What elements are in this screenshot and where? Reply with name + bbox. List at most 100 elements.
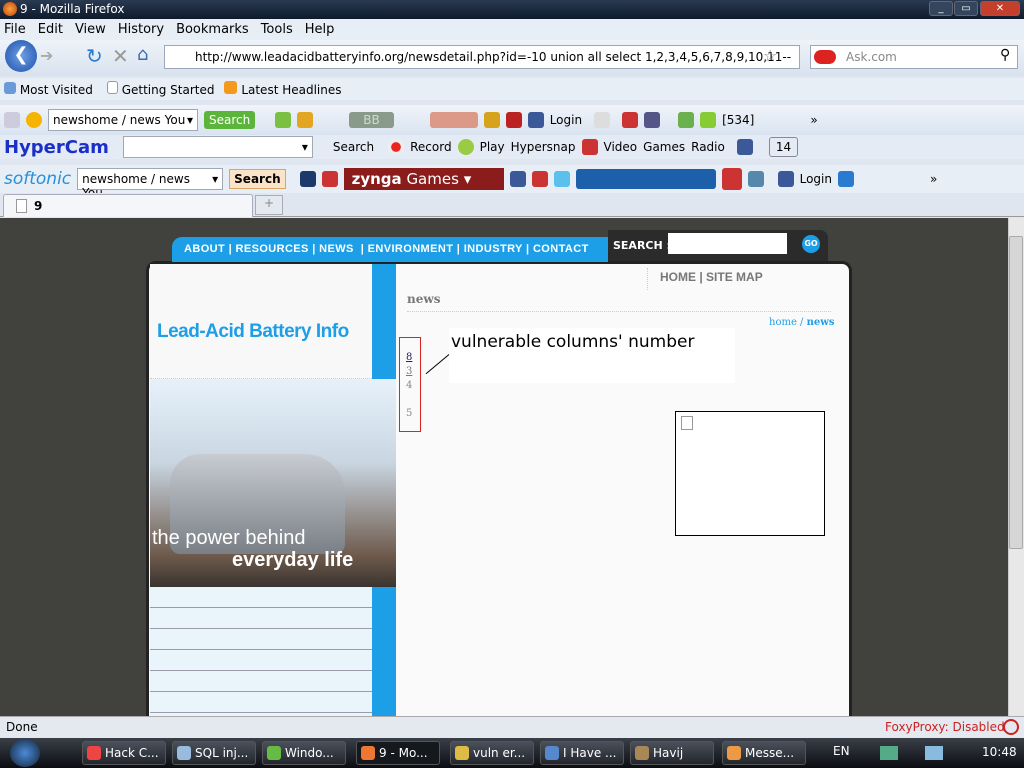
menu-tools[interactable]: Tools xyxy=(261,22,293,40)
hypercam-combo[interactable]: ▾ xyxy=(122,136,313,158)
popcorn-icon[interactable] xyxy=(837,171,854,187)
player-display[interactable]: BB xyxy=(349,112,394,128)
youtube-icon[interactable] xyxy=(721,168,742,190)
softonic-combo[interactable]: newshome / news You ▾ xyxy=(77,168,224,200)
system-tray-icons[interactable] xyxy=(880,746,970,760)
taskbar-item[interactable]: SQL inj... xyxy=(172,741,256,765)
url-bar[interactable]: http://www.leadacidbatteryinfo.org/newsd… xyxy=(164,45,800,69)
bookmark-star-icon[interactable]: ☆ xyxy=(763,46,777,65)
home-link[interactable]: HOME xyxy=(660,270,696,284)
site-logo[interactable]: Lead-Acid Battery Info xyxy=(157,321,349,343)
softonic-search-button[interactable]: Search xyxy=(229,169,286,189)
twitter-icon[interactable] xyxy=(553,171,570,187)
games-button[interactable]: Games xyxy=(643,140,685,154)
breadcrumb-home[interactable]: home xyxy=(769,317,797,328)
facebook-login[interactable]: Login xyxy=(550,113,582,127)
tv-icon[interactable] xyxy=(297,112,314,128)
hypersnap-button[interactable]: Hypersnap xyxy=(511,140,576,154)
home-icon[interactable]: ⌂ xyxy=(137,44,148,65)
toolbar-search-button[interactable]: Search xyxy=(204,111,256,129)
video-button[interactable]: Video xyxy=(604,140,638,154)
mario-icon[interactable] xyxy=(321,171,338,187)
go-button[interactable]: GO xyxy=(802,235,820,253)
softonic-logo[interactable]: softonic xyxy=(4,169,71,189)
clock[interactable]: 10:48 xyxy=(982,745,1017,759)
menu-history[interactable]: History xyxy=(118,22,164,40)
apps-icon[interactable] xyxy=(483,112,500,128)
menu-bookmarks[interactable]: Bookmarks xyxy=(176,22,249,40)
facebook-login[interactable]: Login xyxy=(800,172,832,186)
tv-icon[interactable] xyxy=(747,171,764,187)
nav-contact[interactable]: CONTACT xyxy=(533,243,589,255)
avatars-icon[interactable] xyxy=(429,112,478,128)
free-icon[interactable] xyxy=(275,112,292,128)
facebook-icon[interactable] xyxy=(777,171,794,187)
language-indicator[interactable]: EN xyxy=(833,744,850,758)
nav-industry[interactable]: INDUSTRY xyxy=(464,243,523,255)
reload-icon[interactable]: ↻ xyxy=(86,44,103,68)
stop-icon[interactable]: ✕ xyxy=(112,44,129,68)
radio-button[interactable]: Radio xyxy=(691,140,725,154)
add-icon[interactable] xyxy=(4,112,20,128)
bookmark-most-visited[interactable]: Most Visited xyxy=(4,81,93,97)
close-button[interactable]: ✕ xyxy=(980,1,1020,16)
back-button[interactable]: ❮ xyxy=(5,40,37,72)
einstein-icon[interactable] xyxy=(594,112,611,128)
overflow-chevron-icon[interactable]: » xyxy=(930,172,937,186)
taskbar-item[interactable]: Hack C... xyxy=(82,741,166,765)
start-button[interactable] xyxy=(10,739,40,767)
feed-icon[interactable] xyxy=(700,112,717,128)
nav-about[interactable]: ABOUT xyxy=(184,243,225,255)
menu-view[interactable]: View xyxy=(75,22,106,40)
nav-news[interactable]: NEWS xyxy=(319,243,354,255)
toolbar-logo-icon[interactable] xyxy=(26,112,42,128)
column-number[interactable]: 3 xyxy=(406,366,412,377)
hypercam-logo[interactable]: HyperCam xyxy=(4,137,109,158)
foxyproxy-icon[interactable] xyxy=(1003,719,1019,735)
nav-environment[interactable]: ENVIRONMENT xyxy=(368,243,454,255)
site-map-link[interactable]: SITE MAP xyxy=(706,270,763,284)
bookmark-getting-started[interactable]: Getting Started xyxy=(106,81,214,97)
foxyproxy-status[interactable]: FoxyProxy: Disabled xyxy=(885,720,1005,734)
hypercam-search[interactable]: Search xyxy=(333,140,374,154)
overflow-chevron-icon[interactable]: » xyxy=(810,113,817,127)
taskbar-item[interactable]: Windo... xyxy=(262,741,346,765)
record-button[interactable]: Record xyxy=(410,140,451,154)
zynga-games-button[interactable]: zynga Games ▾ xyxy=(343,168,504,190)
feed-count[interactable]: [534] xyxy=(722,113,754,127)
magnifier-icon[interactable]: ⚲ xyxy=(1000,47,1010,63)
messenger-icon[interactable] xyxy=(678,112,695,128)
pacman-icon[interactable] xyxy=(299,171,316,187)
widget-icon[interactable] xyxy=(644,112,661,128)
search-input[interactable]: Ask.com xyxy=(810,45,1018,69)
tab-active[interactable]: 9 xyxy=(3,194,253,217)
facebook-icon[interactable] xyxy=(736,139,753,155)
youtube-icon[interactable] xyxy=(531,171,548,187)
site-search-input[interactable] xyxy=(668,233,787,254)
taskbar-item[interactable]: Havij xyxy=(630,741,714,765)
menu-file[interactable]: File xyxy=(4,22,26,40)
toolbar-combo[interactable]: newshome / news You ▾ xyxy=(48,109,198,131)
facebook-icon[interactable] xyxy=(509,171,526,187)
taskbar-item[interactable]: vuln er... xyxy=(450,741,534,765)
maximize-button[interactable]: ▭ xyxy=(954,1,978,16)
windows-count-button[interactable]: 14 xyxy=(768,137,799,157)
ask-icon[interactable] xyxy=(814,50,836,64)
forward-button[interactable]: ➔ xyxy=(40,46,53,65)
new-tab-button[interactable]: + xyxy=(255,195,283,215)
flag-icon[interactable] xyxy=(505,112,522,128)
scrollbar-thumb[interactable] xyxy=(1009,236,1023,549)
menu-edit[interactable]: Edit xyxy=(38,22,63,40)
youtube-icon[interactable] xyxy=(622,112,639,128)
facebook-icon[interactable] xyxy=(527,112,544,128)
media-player[interactable] xyxy=(575,169,716,189)
taskbar-item[interactable]: I Have ... xyxy=(540,741,624,765)
play-button[interactable]: Play xyxy=(480,140,505,154)
column-number[interactable]: 8 xyxy=(406,352,412,363)
taskbar-item-active[interactable]: 9 - Mo... xyxy=(356,741,440,765)
minimize-button[interactable]: _ xyxy=(929,1,953,16)
menu-help[interactable]: Help xyxy=(305,22,335,40)
taskbar-item[interactable]: Messe... xyxy=(722,741,806,765)
bookmark-latest-headlines[interactable]: Latest Headlines xyxy=(224,81,342,97)
nav-resources[interactable]: RESOURCES xyxy=(236,243,309,255)
